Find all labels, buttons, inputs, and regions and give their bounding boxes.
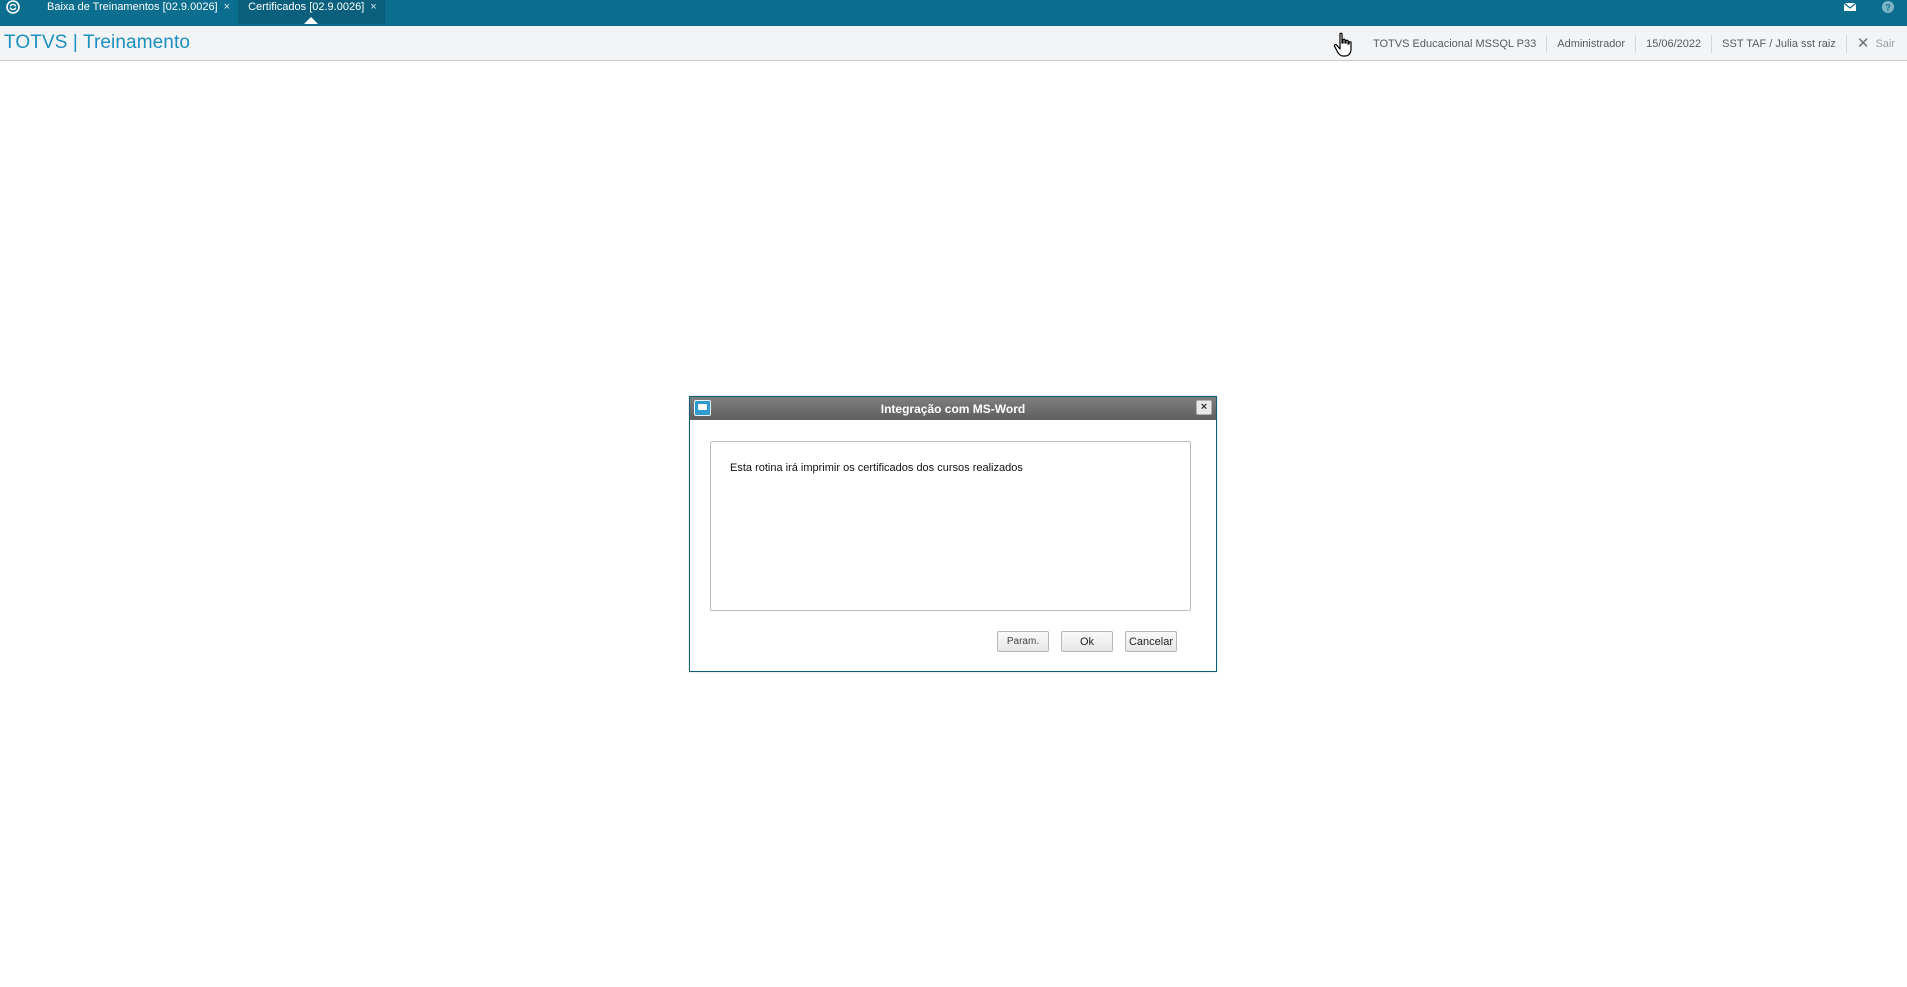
app-header: TOTVS | Treinamento TOTVS Educacional MS… <box>0 26 1907 61</box>
active-tab-indicator <box>304 17 319 24</box>
date-label[interactable]: 15/06/2022 <box>1635 34 1711 53</box>
top-tab-bar: Baixa de Treinamentos [02.9.0026] × Cert… <box>0 0 1907 26</box>
user-label[interactable]: Administrador <box>1546 34 1635 53</box>
ok-button[interactable]: Ok <box>1061 631 1113 652</box>
dialog-message: Esta rotina irá imprimir os certificados… <box>730 462 1023 474</box>
cancel-button[interactable]: Cancelar <box>1125 631 1177 652</box>
exit-label: Sair <box>1875 37 1895 50</box>
environment-label[interactable]: TOTVS Educacional MSSQL P33 <box>1363 35 1546 53</box>
home-icon[interactable] <box>0 0 26 14</box>
ms-word-dialog: Integração com MS-Word × Esta rotina irá… <box>689 396 1217 672</box>
tab-label: Certificados [02.9.0026] <box>248 1 365 13</box>
help-icon[interactable]: ? <box>1869 0 1907 14</box>
dialog-title-bar[interactable]: Integração com MS-Word × <box>690 397 1216 420</box>
close-icon: ✕ <box>1856 34 1870 52</box>
tab-close-icon[interactable]: × <box>370 1 376 13</box>
param-button[interactable]: Param. <box>997 631 1049 652</box>
company-label[interactable]: SST TAF / Julia sst raiz <box>1711 34 1846 53</box>
tab-baixa-treinamentos[interactable]: Baixa de Treinamentos [02.9.0026] × <box>37 0 238 24</box>
exit-button[interactable]: ✕ Sair <box>1845 34 1907 53</box>
tab-close-icon[interactable]: × <box>224 1 230 13</box>
window-icon <box>694 400 711 416</box>
mail-icon[interactable] <box>1831 0 1869 14</box>
dialog-close-icon[interactable]: × <box>1196 400 1212 415</box>
tab-certificados[interactable]: Certificados [02.9.0026] × <box>238 0 385 24</box>
status-bar: TOTVS Educacional MSSQL P33 Administrado… <box>1363 26 1907 61</box>
hand-cursor-icon <box>1333 32 1352 57</box>
tab-label: Baixa de Treinamentos [02.9.0026] <box>47 1 218 13</box>
dialog-title: Integração com MS-Word <box>880 401 1026 416</box>
message-panel: Esta rotina irá imprimir os certificados… <box>710 441 1191 611</box>
app-title: TOTVS | Treinamento <box>4 32 190 53</box>
svg-text:?: ? <box>1885 3 1891 13</box>
